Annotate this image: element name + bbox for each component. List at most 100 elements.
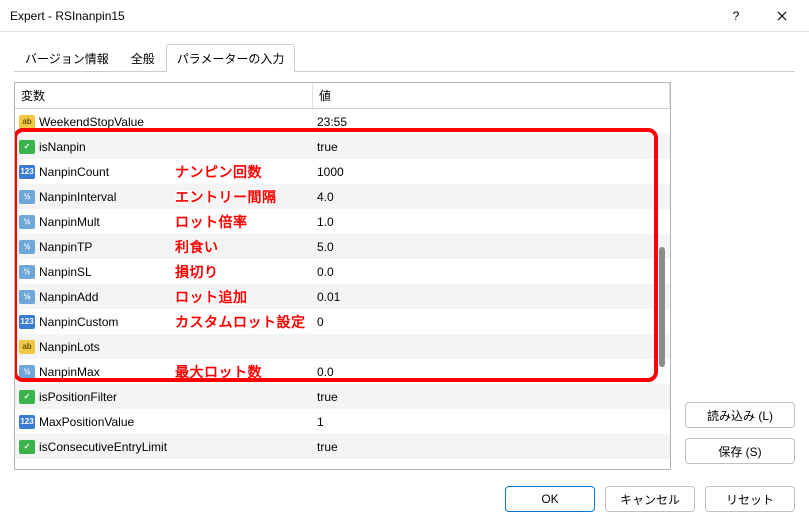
variable-name: NanpinAdd: [39, 290, 98, 304]
right-column: 読み込み (L) 保存 (S): [685, 82, 795, 470]
value-cell[interactable]: 1.0: [313, 213, 670, 231]
value-cell[interactable]: 23:55: [313, 113, 670, 131]
variable-cell: ✓ isConsecutiveEntryLimit: [15, 438, 313, 456]
cancel-button[interactable]: キャンセル: [605, 486, 695, 512]
variable-name: NanpinCustom: [39, 315, 118, 329]
tab-parameters[interactable]: パラメーターの入力: [166, 44, 296, 72]
dialog-footer: OK キャンセル リセット: [0, 480, 809, 524]
help-button[interactable]: ?: [713, 0, 759, 32]
table-row[interactable]: ½ NanpinTP 利食い 5.0: [15, 234, 670, 259]
value-cell[interactable]: true: [313, 138, 670, 156]
variable-cell: 123 NanpinCustom カスタムロット設定: [15, 313, 313, 331]
value-cell[interactable]: 0.01: [313, 288, 670, 306]
value-cell[interactable]: 4.0: [313, 188, 670, 206]
table-row[interactable]: ½ NanpinAdd ロット追加 0.01: [15, 284, 670, 309]
annotation-label: カスタムロット設定: [175, 312, 306, 332]
table-row[interactable]: ab WeekendStopValue 23:55: [15, 109, 670, 134]
ab-type-icon: ab: [19, 115, 35, 129]
table-row[interactable]: ✓ isConsecutiveEntryLimit true: [15, 434, 670, 459]
annotation-label: エントリー間隔: [175, 187, 277, 207]
variable-name: NanpinMax: [39, 365, 100, 379]
bool-type-icon: ✓: [19, 140, 35, 154]
reset-button[interactable]: リセット: [705, 486, 795, 512]
tab-general[interactable]: 全般: [120, 44, 166, 72]
vz-type-icon: ½: [19, 215, 35, 229]
variable-cell: 123 MaxPositionValue: [15, 413, 313, 431]
variable-name: isPositionFilter: [39, 390, 117, 404]
column-header-variable[interactable]: 変数: [15, 83, 313, 108]
variable-cell: ✓isPositionFilter: [15, 388, 313, 406]
variable-name: isConsecutiveEntryLimit: [39, 440, 167, 454]
value-cell[interactable]: [313, 345, 670, 349]
load-button[interactable]: 読み込み (L): [685, 402, 795, 428]
ok-button[interactable]: OK: [505, 486, 595, 512]
variable-name: NanpinSL: [39, 265, 92, 279]
table-row[interactable]: ½ NanpinMult ロット倍率 1.0: [15, 209, 670, 234]
table-row[interactable]: ✓isPositionFiltertrue: [15, 384, 670, 409]
annotation-label: ロット追加: [175, 287, 248, 307]
annotation-label: 損切り: [175, 262, 219, 282]
column-header-value[interactable]: 値: [313, 83, 670, 108]
help-icon: ?: [733, 9, 740, 23]
table-header: 変数 値: [15, 83, 670, 109]
value-cell[interactable]: true: [313, 388, 670, 406]
table-row[interactable]: ab NanpinLots: [15, 334, 670, 359]
table-row[interactable]: ½ NanpinSL 損切り 0.0: [15, 259, 670, 284]
vz-type-icon: ½: [19, 365, 35, 379]
variable-name: MaxPositionValue: [39, 415, 134, 429]
save-button[interactable]: 保存 (S): [685, 438, 795, 464]
tab-strip: バージョン情報 全般 パラメーターの入力: [14, 44, 795, 72]
scrollbar-thumb[interactable]: [659, 247, 665, 367]
123-type-icon: 123: [19, 415, 35, 429]
vz-type-icon: ½: [19, 265, 35, 279]
value-cell[interactable]: 1000: [313, 163, 670, 181]
vz-type-icon: ½: [19, 290, 35, 304]
bool-type-icon: ✓: [19, 440, 35, 454]
table-row[interactable]: ½ NanpinInterval エントリー間隔 4.0: [15, 184, 670, 209]
left-column: 変数 値 ab WeekendStopValue 23:55 ✓ isNanpin tru…: [14, 82, 671, 470]
tab-version[interactable]: バージョン情報: [14, 44, 120, 72]
variable-name: WeekendStopValue: [39, 115, 144, 129]
variable-name: NanpinLots: [39, 340, 100, 354]
vertical-scrollbar[interactable]: [656, 107, 668, 467]
table-row[interactable]: ✓ isNanpin true: [15, 134, 670, 159]
variable-cell: 123NanpinCountナンピン回数: [15, 163, 313, 181]
123-type-icon: 123: [19, 315, 35, 329]
variable-name: isNanpin: [39, 140, 86, 154]
value-cell[interactable]: true: [313, 438, 670, 456]
dialog-content: バージョン情報 全般 パラメーターの入力 変数 値 ab WeekendStopV…: [0, 32, 809, 480]
window-titlebar: Expert - RSInanpin15 ?: [0, 0, 809, 32]
annotation-label: 最大ロット数: [175, 362, 262, 382]
variable-cell: ab WeekendStopValue: [15, 113, 313, 131]
close-button[interactable]: [759, 0, 805, 32]
vz-type-icon: ½: [19, 190, 35, 204]
ab-type-icon: ab: [19, 340, 35, 354]
variable-cell: ½ NanpinMax 最大ロット数: [15, 363, 313, 381]
value-cell[interactable]: 5.0: [313, 238, 670, 256]
value-cell[interactable]: 0: [313, 313, 670, 331]
variable-name: NanpinInterval: [39, 190, 116, 204]
table-row[interactable]: 123 NanpinCustom カスタムロット設定 0: [15, 309, 670, 334]
table-row[interactable]: 123NanpinCountナンピン回数1000: [15, 159, 670, 184]
variable-cell: ½ NanpinSL 損切り: [15, 263, 313, 281]
123-type-icon: 123: [19, 165, 35, 179]
variable-name: NanpinMult: [39, 215, 100, 229]
annotation-label: 利食い: [175, 237, 219, 257]
variable-name: NanpinTP: [39, 240, 92, 254]
value-cell[interactable]: 0.0: [313, 263, 670, 281]
table-row[interactable]: ½ NanpinMax 最大ロット数 0.0: [15, 359, 670, 384]
value-cell[interactable]: 1: [313, 413, 670, 431]
variable-name: NanpinCount: [39, 165, 109, 179]
parameter-table: 変数 値 ab WeekendStopValue 23:55 ✓ isNanpin tru…: [14, 82, 671, 470]
variable-cell: ½ NanpinInterval エントリー間隔: [15, 188, 313, 206]
table-body: ab WeekendStopValue 23:55 ✓ isNanpin true 123 N…: [15, 109, 670, 459]
variable-cell: ½ NanpinTP 利食い: [15, 238, 313, 256]
body-row: 変数 値 ab WeekendStopValue 23:55 ✓ isNanpin tru…: [14, 82, 795, 470]
variable-cell: ab NanpinLots: [15, 338, 313, 356]
table-row[interactable]: 123 MaxPositionValue 1: [15, 409, 670, 434]
window-title: Expert - RSInanpin15: [10, 9, 713, 23]
value-cell[interactable]: 0.0: [313, 363, 670, 381]
close-icon: [777, 11, 787, 21]
vz-type-icon: ½: [19, 240, 35, 254]
annotation-label: ロット倍率: [175, 212, 248, 232]
